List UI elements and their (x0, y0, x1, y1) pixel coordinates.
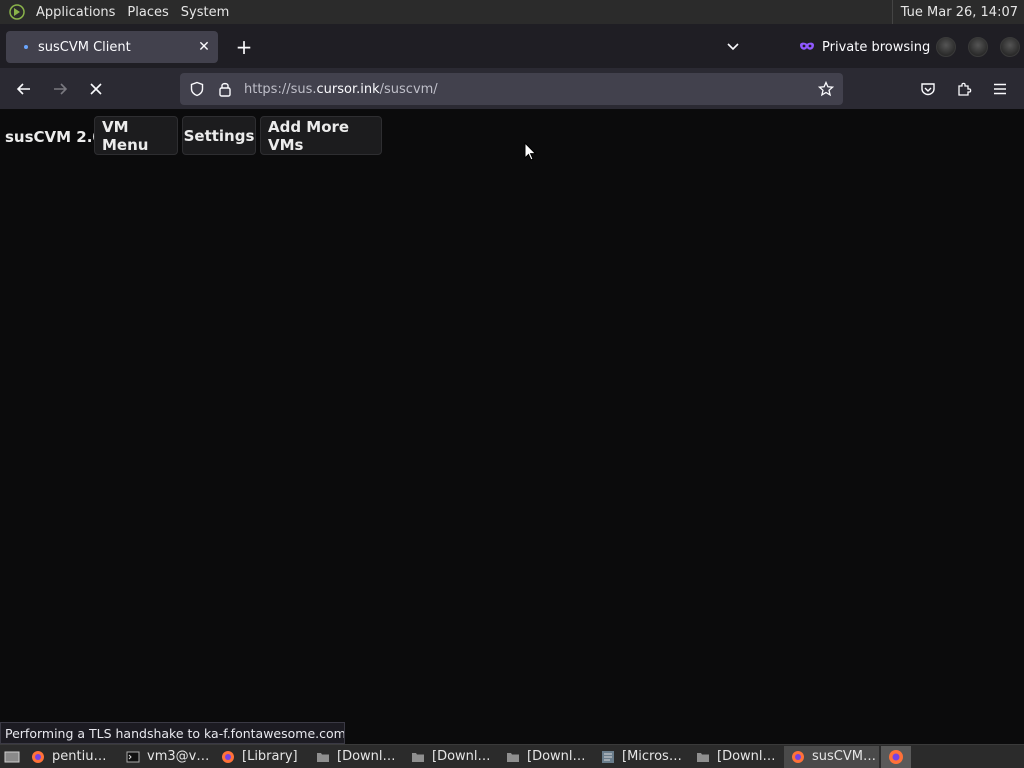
tab-title: susCVM Client (38, 39, 131, 55)
lock-icon[interactable] (214, 78, 236, 100)
taskbar-item-terminal[interactable]: vm3@v… (119, 746, 214, 768)
task-label: [Downl… (432, 749, 491, 764)
settings-button[interactable]: Settings (182, 116, 256, 155)
firefox-icon (220, 749, 236, 765)
top-panel: Applications Places System Tue Mar 26, 1… (0, 0, 1024, 24)
distro-logo-icon[interactable] (8, 3, 26, 21)
taskbar-item-downloads-1[interactable]: [Downl… (309, 746, 404, 768)
tray-firefox-icon[interactable] (881, 745, 911, 768)
folder-icon (695, 749, 711, 765)
folder-icon (410, 749, 426, 765)
forward-button[interactable] (48, 77, 72, 101)
folder-icon (505, 749, 521, 765)
url-host: cursor.ink (316, 81, 380, 97)
firefox-icon (30, 749, 46, 765)
pocket-icon[interactable] (916, 77, 940, 101)
private-browsing-indicator: Private browsing (798, 35, 930, 59)
url-text[interactable]: https://sus.cursor.ink/suscvm/ (244, 82, 438, 97)
url-bar[interactable]: https://sus.cursor.ink/suscvm/ (180, 73, 843, 105)
close-window-button[interactable] (1000, 37, 1020, 57)
taskbar-item-downloads-2[interactable]: [Downl… (404, 746, 499, 768)
places-menu[interactable]: Places (125, 5, 170, 20)
task-label: [Downl… (337, 749, 396, 764)
panel-clock[interactable]: Tue Mar 26, 14:07 (891, 0, 1018, 24)
app-brand: susCVM 2.0 (5, 128, 103, 146)
loading-icon (18, 39, 34, 55)
firefox-icon (790, 749, 806, 765)
taskbar-item-library[interactable]: [Library] (214, 746, 309, 768)
tracking-protection-shield-icon[interactable] (186, 78, 208, 100)
mouse-cursor-icon (524, 142, 537, 161)
new-tab-button[interactable]: + (232, 35, 256, 59)
show-desktop-icon[interactable] (0, 745, 24, 768)
task-label: susCVM… (812, 749, 876, 764)
url-prefix: https://sus. (244, 81, 317, 97)
app-icon (600, 749, 616, 765)
tab-suscvm-client[interactable]: susCVM Client ✕ (6, 31, 218, 63)
navigation-toolbar: https://sus.cursor.ink/suscvm/ (0, 68, 1024, 110)
private-browsing-label: Private browsing (822, 39, 931, 55)
task-label: vm3@v… (147, 749, 210, 764)
add-more-vms-button[interactable]: Add More VMs (260, 116, 382, 155)
list-all-tabs-icon[interactable] (722, 35, 744, 57)
terminal-icon (125, 749, 141, 765)
taskbar-item-downloads-4[interactable]: [Downl… (689, 746, 784, 768)
back-button[interactable] (12, 77, 36, 101)
task-label: [Library] (242, 749, 298, 764)
maximize-window-button[interactable] (968, 37, 988, 57)
taskbar-item-downloads-3[interactable]: [Downl… (499, 746, 594, 768)
vm-menu-button[interactable]: VM Menu (94, 116, 178, 155)
task-label: [Downl… (527, 749, 586, 764)
system-menu[interactable]: System (179, 5, 231, 20)
page-content: susCVM 2.0 VM Menu Settings Add More VMs (0, 110, 1024, 744)
taskbar-item-pentium[interactable]: pentiu… (24, 746, 119, 768)
folder-icon (315, 749, 331, 765)
app-menu-icon[interactable] (988, 77, 1012, 101)
task-label: pentiu… (52, 749, 107, 764)
bookmark-star-icon[interactable] (815, 78, 837, 100)
extensions-icon[interactable] (952, 77, 976, 101)
taskbar: pentiu… vm3@v… [Library] [Downl… [Downl…… (0, 744, 1024, 768)
applications-menu[interactable]: Applications (34, 5, 117, 20)
minimize-window-button[interactable] (936, 37, 956, 57)
private-mask-icon (798, 38, 816, 56)
task-label: [Downl… (717, 749, 776, 764)
status-panel: Performing a TLS handshake to ka-f.fonta… (0, 722, 345, 744)
tab-close-icon[interactable]: ✕ (194, 37, 214, 57)
taskbar-item-microsoft[interactable]: [Micros… (594, 746, 689, 768)
taskbar-item-suscvm[interactable]: susCVM… (784, 745, 879, 768)
stop-loading-button[interactable] (84, 77, 108, 101)
task-label: [Micros… (622, 749, 682, 764)
url-path: /suscvm/ (379, 81, 438, 97)
